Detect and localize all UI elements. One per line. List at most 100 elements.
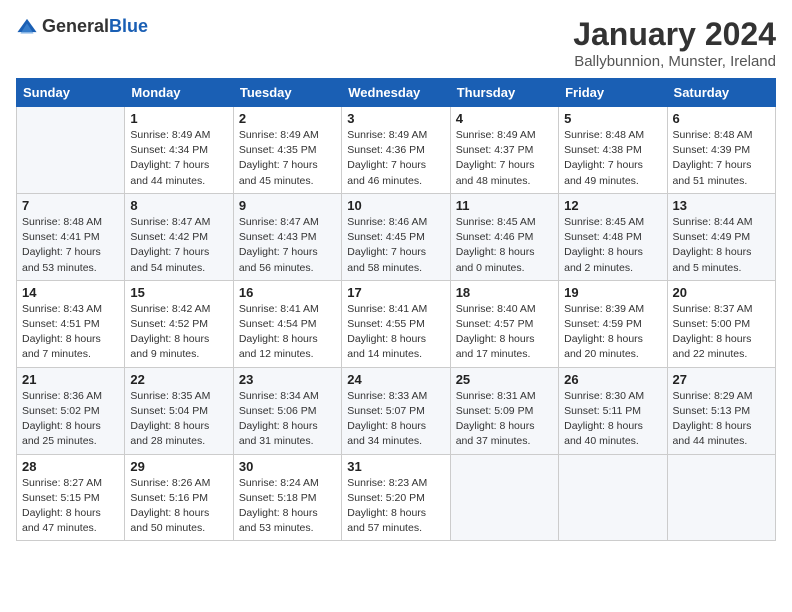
table-row (17, 107, 125, 194)
daylight-text: Daylight: 8 hours and 34 minutes. (347, 420, 426, 447)
day-info: Sunrise: 8:24 AM Sunset: 5:18 PM Dayligh… (239, 476, 336, 537)
table-row: 12 Sunrise: 8:45 AM Sunset: 4:48 PM Dayl… (559, 193, 667, 280)
daylight-text: Daylight: 8 hours and 40 minutes. (564, 420, 643, 447)
sunset-text: Sunset: 5:04 PM (130, 405, 208, 417)
daylight-text: Daylight: 8 hours and 7 minutes. (22, 333, 101, 360)
day-info: Sunrise: 8:49 AM Sunset: 4:37 PM Dayligh… (456, 128, 553, 189)
sunrise-text: Sunrise: 8:43 AM (22, 303, 102, 315)
daylight-text: Daylight: 8 hours and 9 minutes. (130, 333, 209, 360)
daylight-text: Daylight: 8 hours and 5 minutes. (673, 246, 752, 273)
day-info: Sunrise: 8:49 AM Sunset: 4:35 PM Dayligh… (239, 128, 336, 189)
sunset-text: Sunset: 4:59 PM (564, 318, 642, 330)
sunset-text: Sunset: 4:39 PM (673, 144, 751, 156)
day-info: Sunrise: 8:33 AM Sunset: 5:07 PM Dayligh… (347, 389, 444, 450)
header-tuesday: Tuesday (233, 79, 341, 107)
day-number: 1 (130, 111, 227, 126)
day-info: Sunrise: 8:45 AM Sunset: 4:48 PM Dayligh… (564, 215, 661, 276)
daylight-text: Daylight: 8 hours and 44 minutes. (673, 420, 752, 447)
day-info: Sunrise: 8:27 AM Sunset: 5:15 PM Dayligh… (22, 476, 119, 537)
sunrise-text: Sunrise: 8:44 AM (673, 216, 753, 228)
day-number: 4 (456, 111, 553, 126)
table-row: 1 Sunrise: 8:49 AM Sunset: 4:34 PM Dayli… (125, 107, 233, 194)
header-sunday: Sunday (17, 79, 125, 107)
sunrise-text: Sunrise: 8:36 AM (22, 390, 102, 402)
sunrise-text: Sunrise: 8:33 AM (347, 390, 427, 402)
daylight-text: Daylight: 8 hours and 31 minutes. (239, 420, 318, 447)
sunset-text: Sunset: 4:49 PM (673, 231, 751, 243)
sunset-text: Sunset: 4:36 PM (347, 144, 425, 156)
table-row: 2 Sunrise: 8:49 AM Sunset: 4:35 PM Dayli… (233, 107, 341, 194)
sunset-text: Sunset: 4:38 PM (564, 144, 642, 156)
header-thursday: Thursday (450, 79, 558, 107)
day-info: Sunrise: 8:31 AM Sunset: 5:09 PM Dayligh… (456, 389, 553, 450)
table-row: 22 Sunrise: 8:35 AM Sunset: 5:04 PM Dayl… (125, 367, 233, 454)
sunrise-text: Sunrise: 8:30 AM (564, 390, 644, 402)
header-wednesday: Wednesday (342, 79, 450, 107)
table-row: 24 Sunrise: 8:33 AM Sunset: 5:07 PM Dayl… (342, 367, 450, 454)
month-title: January 2024 (573, 16, 776, 53)
sunrise-text: Sunrise: 8:37 AM (673, 303, 753, 315)
table-row: 29 Sunrise: 8:26 AM Sunset: 5:16 PM Dayl… (125, 454, 233, 541)
sunset-text: Sunset: 5:18 PM (239, 492, 317, 504)
daylight-text: Daylight: 7 hours and 51 minutes. (673, 159, 752, 186)
table-row: 15 Sunrise: 8:42 AM Sunset: 4:52 PM Dayl… (125, 280, 233, 367)
title-block: January 2024 Ballybunnion, Munster, Irel… (573, 16, 776, 70)
day-number: 3 (347, 111, 444, 126)
sunset-text: Sunset: 4:34 PM (130, 144, 208, 156)
table-row (667, 454, 775, 541)
sunrise-text: Sunrise: 8:39 AM (564, 303, 644, 315)
day-number: 7 (22, 198, 119, 213)
table-row: 20 Sunrise: 8:37 AM Sunset: 5:00 PM Dayl… (667, 280, 775, 367)
day-number: 17 (347, 285, 444, 300)
sunrise-text: Sunrise: 8:27 AM (22, 477, 102, 489)
sunrise-text: Sunrise: 8:45 AM (456, 216, 536, 228)
day-number: 11 (456, 198, 553, 213)
sunrise-text: Sunrise: 8:48 AM (22, 216, 102, 228)
day-number: 14 (22, 285, 119, 300)
table-row: 13 Sunrise: 8:44 AM Sunset: 4:49 PM Dayl… (667, 193, 775, 280)
daylight-text: Daylight: 7 hours and 49 minutes. (564, 159, 643, 186)
table-row: 4 Sunrise: 8:49 AM Sunset: 4:37 PM Dayli… (450, 107, 558, 194)
day-number: 5 (564, 111, 661, 126)
logo-icon (16, 16, 38, 38)
sunset-text: Sunset: 4:46 PM (456, 231, 534, 243)
sunrise-text: Sunrise: 8:29 AM (673, 390, 753, 402)
calendar-week-row: 14 Sunrise: 8:43 AM Sunset: 4:51 PM Dayl… (17, 280, 776, 367)
sunrise-text: Sunrise: 8:41 AM (239, 303, 319, 315)
sunrise-text: Sunrise: 8:34 AM (239, 390, 319, 402)
sunset-text: Sunset: 5:16 PM (130, 492, 208, 504)
table-row: 21 Sunrise: 8:36 AM Sunset: 5:02 PM Dayl… (17, 367, 125, 454)
calendar-week-row: 21 Sunrise: 8:36 AM Sunset: 5:02 PM Dayl… (17, 367, 776, 454)
sunrise-text: Sunrise: 8:23 AM (347, 477, 427, 489)
table-row: 5 Sunrise: 8:48 AM Sunset: 4:38 PM Dayli… (559, 107, 667, 194)
day-number: 2 (239, 111, 336, 126)
day-number: 21 (22, 372, 119, 387)
sunset-text: Sunset: 5:06 PM (239, 405, 317, 417)
location-subtitle: Ballybunnion, Munster, Ireland (573, 53, 776, 70)
day-number: 8 (130, 198, 227, 213)
logo-general: GeneralBlue (42, 17, 148, 37)
day-info: Sunrise: 8:49 AM Sunset: 4:36 PM Dayligh… (347, 128, 444, 189)
day-info: Sunrise: 8:30 AM Sunset: 5:11 PM Dayligh… (564, 389, 661, 450)
table-row: 8 Sunrise: 8:47 AM Sunset: 4:42 PM Dayli… (125, 193, 233, 280)
table-row (450, 454, 558, 541)
day-number: 10 (347, 198, 444, 213)
daylight-text: Daylight: 8 hours and 0 minutes. (456, 246, 535, 273)
table-row: 27 Sunrise: 8:29 AM Sunset: 5:13 PM Dayl… (667, 367, 775, 454)
sunrise-text: Sunrise: 8:31 AM (456, 390, 536, 402)
day-info: Sunrise: 8:41 AM Sunset: 4:55 PM Dayligh… (347, 302, 444, 363)
sunset-text: Sunset: 4:43 PM (239, 231, 317, 243)
sunrise-text: Sunrise: 8:49 AM (130, 129, 210, 141)
daylight-text: Daylight: 7 hours and 54 minutes. (130, 246, 209, 273)
table-row: 7 Sunrise: 8:48 AM Sunset: 4:41 PM Dayli… (17, 193, 125, 280)
day-number: 12 (564, 198, 661, 213)
header-saturday: Saturday (667, 79, 775, 107)
daylight-text: Daylight: 8 hours and 50 minutes. (130, 507, 209, 534)
sunset-text: Sunset: 4:51 PM (22, 318, 100, 330)
table-row: 3 Sunrise: 8:49 AM Sunset: 4:36 PM Dayli… (342, 107, 450, 194)
table-row: 26 Sunrise: 8:30 AM Sunset: 5:11 PM Dayl… (559, 367, 667, 454)
daylight-text: Daylight: 8 hours and 57 minutes. (347, 507, 426, 534)
sunset-text: Sunset: 4:37 PM (456, 144, 534, 156)
day-number: 30 (239, 459, 336, 474)
daylight-text: Daylight: 7 hours and 48 minutes. (456, 159, 535, 186)
